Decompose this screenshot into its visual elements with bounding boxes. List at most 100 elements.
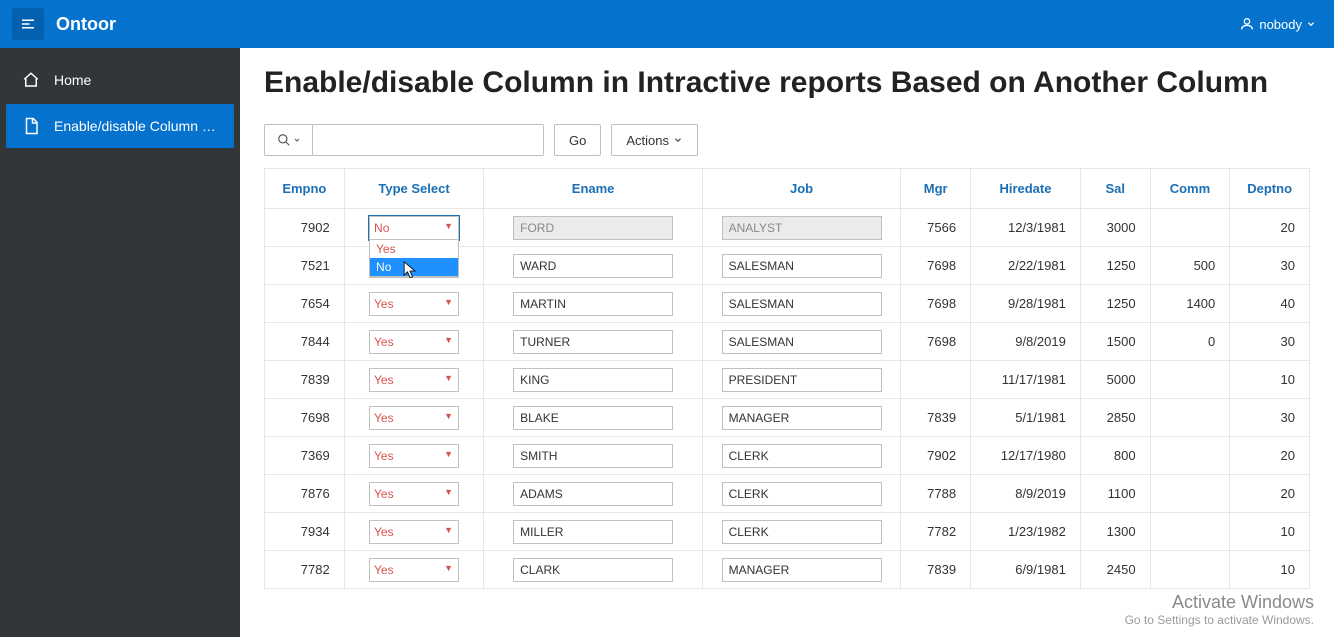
table-row: 7934Yes77821/23/1982130010	[265, 513, 1310, 551]
cell-empno: 7839	[265, 361, 345, 399]
cell-job	[702, 361, 901, 399]
ename-input[interactable]	[513, 292, 673, 316]
search-input[interactable]	[313, 125, 543, 155]
type-select-option[interactable]: Yes	[370, 240, 458, 258]
ename-input[interactable]	[513, 330, 673, 354]
ename-input[interactable]	[513, 368, 673, 392]
col-header-deptno[interactable]: Deptno	[1230, 169, 1310, 209]
app-header: Ontoor nobody	[0, 0, 1334, 48]
col-header-mgr[interactable]: Mgr	[901, 169, 971, 209]
type-select[interactable]: Yes	[369, 330, 459, 354]
cell-empno: 7698	[265, 399, 345, 437]
job-input[interactable]	[722, 330, 882, 354]
col-header-sal[interactable]: Sal	[1080, 169, 1150, 209]
ename-input[interactable]	[513, 254, 673, 278]
type-select[interactable]: Yes	[369, 520, 459, 544]
cell-empno: 7902	[265, 209, 345, 247]
cell-hiredate: 12/17/1980	[971, 437, 1081, 475]
ename-input	[513, 216, 673, 240]
type-select[interactable]: Yes	[369, 406, 459, 430]
main-content: Enable/disable Column in Intractive repo…	[240, 48, 1334, 637]
type-select-option[interactable]: No	[370, 258, 458, 276]
user-menu[interactable]: nobody	[1233, 12, 1322, 36]
cell-hiredate: 9/28/1981	[971, 285, 1081, 323]
table-row: 7902NoYesNo756612/3/1981300020	[265, 209, 1310, 247]
type-select[interactable]: Yes	[369, 368, 459, 392]
file-icon	[22, 117, 40, 135]
ename-input[interactable]	[513, 444, 673, 468]
cell-ename	[484, 513, 702, 551]
search-column-selector[interactable]	[265, 125, 313, 155]
col-header-hiredate[interactable]: Hiredate	[971, 169, 1081, 209]
col-header-comm[interactable]: Comm	[1150, 169, 1230, 209]
cell-hiredate: 8/9/2019	[971, 475, 1081, 513]
cell-type-select: Yes	[344, 285, 484, 323]
job-input[interactable]	[722, 406, 882, 430]
cell-sal: 1100	[1080, 475, 1150, 513]
menu-toggle-button[interactable]	[12, 8, 44, 40]
job-input[interactable]	[722, 520, 882, 544]
cell-type-select: Yes	[344, 475, 484, 513]
cell-empno: 7654	[265, 285, 345, 323]
cell-hiredate: 6/9/1981	[971, 551, 1081, 589]
cell-empno: 7876	[265, 475, 345, 513]
cell-hiredate: 2/22/1981	[971, 247, 1081, 285]
job-input[interactable]	[722, 558, 882, 582]
type-select[interactable]: Yes	[369, 558, 459, 582]
type-select[interactable]: Yes	[369, 292, 459, 316]
cell-type-select: Yes	[344, 361, 484, 399]
cell-hiredate: 9/8/2019	[971, 323, 1081, 361]
cell-type-select: NoYesNo	[344, 209, 484, 247]
col-header-type[interactable]: Type Select	[344, 169, 484, 209]
col-header-job[interactable]: Job	[702, 169, 901, 209]
chevron-down-icon	[1306, 19, 1316, 29]
job-input[interactable]	[722, 254, 882, 278]
ename-input[interactable]	[513, 520, 673, 544]
cell-type-select: Yes	[344, 437, 484, 475]
type-select[interactable]: No	[369, 216, 459, 240]
cell-comm: 500	[1150, 247, 1230, 285]
table-row: 7844Yes76989/8/20191500030	[265, 323, 1310, 361]
actions-menu-button[interactable]: Actions	[611, 124, 698, 156]
cell-ename	[484, 437, 702, 475]
cell-deptno: 10	[1230, 551, 1310, 589]
cell-empno: 7934	[265, 513, 345, 551]
cell-sal: 1250	[1080, 247, 1150, 285]
cell-ename	[484, 247, 702, 285]
cell-deptno: 30	[1230, 247, 1310, 285]
type-select[interactable]: Yes	[369, 482, 459, 506]
ename-input[interactable]	[513, 558, 673, 582]
col-header-ename[interactable]: Ename	[484, 169, 702, 209]
cell-deptno: 10	[1230, 361, 1310, 399]
cell-ename	[484, 209, 702, 247]
sidebar: Home Enable/disable Column in …	[0, 48, 240, 637]
job-input	[722, 216, 882, 240]
page-title: Enable/disable Column in Intractive repo…	[240, 48, 1334, 124]
job-input[interactable]	[722, 444, 882, 468]
job-input[interactable]	[722, 368, 882, 392]
sidebar-item-home[interactable]: Home	[6, 58, 234, 102]
job-input[interactable]	[722, 292, 882, 316]
type-select[interactable]: Yes	[369, 444, 459, 468]
job-input[interactable]	[722, 482, 882, 506]
sidebar-item-label: Enable/disable Column in …	[54, 118, 218, 134]
cell-sal: 800	[1080, 437, 1150, 475]
col-header-empno[interactable]: Empno	[265, 169, 345, 209]
cell-deptno: 40	[1230, 285, 1310, 323]
table-row: 7782Yes78396/9/1981245010	[265, 551, 1310, 589]
cell-empno: 7782	[265, 551, 345, 589]
table-header-row: Empno Type Select Ename Job Mgr Hiredate…	[265, 169, 1310, 209]
ename-input[interactable]	[513, 406, 673, 430]
cell-job	[702, 247, 901, 285]
cell-job	[702, 285, 901, 323]
sidebar-item-enable-disable-column[interactable]: Enable/disable Column in …	[6, 104, 234, 148]
ename-input[interactable]	[513, 482, 673, 506]
table-row: 7369Yes790212/17/198080020	[265, 437, 1310, 475]
cell-type-select: Yes	[344, 399, 484, 437]
type-select-dropdown: YesNo	[369, 239, 459, 277]
report-table-wrap: Empno Type Select Ename Job Mgr Hiredate…	[240, 168, 1334, 589]
table-row: 7839Yes11/17/1981500010	[265, 361, 1310, 399]
go-button[interactable]: Go	[554, 124, 601, 156]
cell-mgr: 7839	[901, 399, 971, 437]
cell-job	[702, 513, 901, 551]
